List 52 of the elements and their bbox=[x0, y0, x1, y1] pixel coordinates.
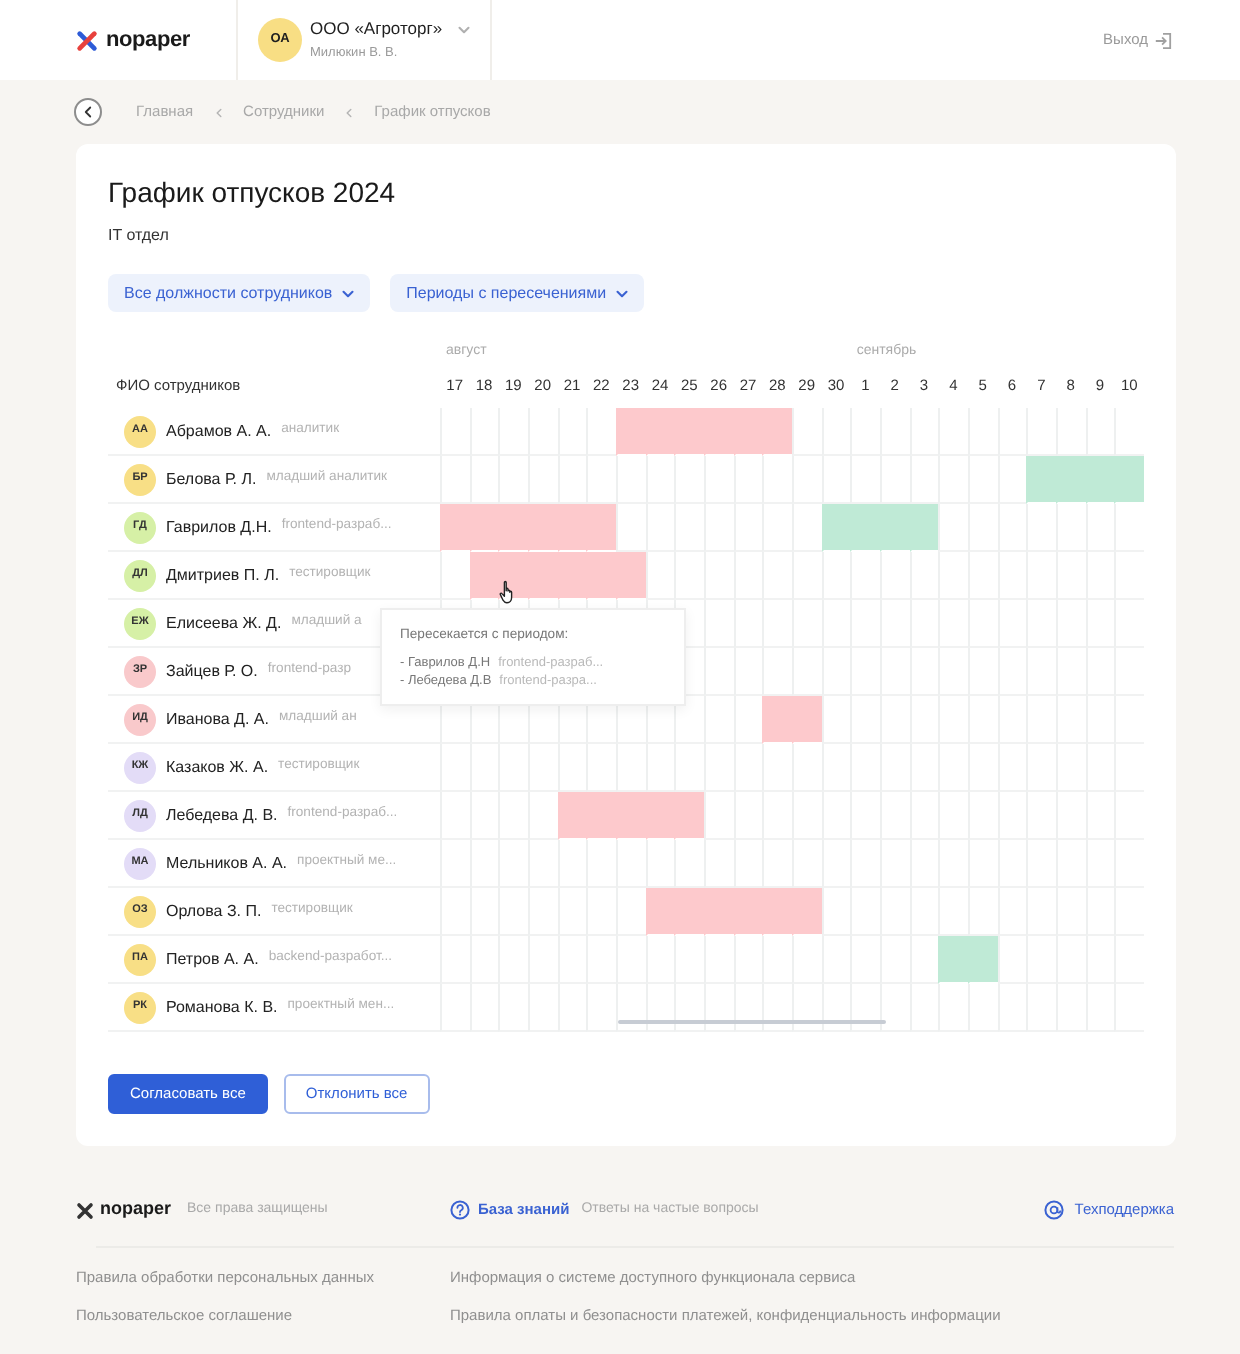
at-sign-icon bbox=[1044, 1200, 1065, 1220]
employee-name: Романова К. В. bbox=[166, 995, 278, 1019]
vacation-day-cell[interactable] bbox=[616, 408, 646, 456]
employee-name: Елисеева Ж. Д. bbox=[166, 611, 282, 635]
question-icon bbox=[450, 1200, 470, 1220]
page-title: График отпусков 2024 bbox=[108, 176, 398, 208]
vacation-day-cell[interactable] bbox=[440, 504, 470, 552]
vacation-day-cell[interactable] bbox=[909, 504, 939, 552]
chevron-left-icon bbox=[84, 106, 92, 118]
employee-name: Петров А. А. bbox=[166, 947, 259, 971]
employee-name: Лебедева Д. В. bbox=[166, 803, 278, 827]
vacation-day-cell[interactable] bbox=[557, 792, 587, 840]
chevron-down-icon bbox=[616, 289, 629, 297]
vacation-day-cell[interactable] bbox=[469, 552, 499, 600]
employee-name: Орлова З. П. bbox=[166, 899, 262, 923]
vacation-day-cell[interactable] bbox=[674, 792, 704, 840]
logo-text: nopaper bbox=[100, 1196, 172, 1223]
chevron-down-icon bbox=[342, 289, 355, 297]
filter-dropdown[interactable]: Все должности сотрудников bbox=[108, 274, 371, 312]
department-label: IT отдел bbox=[108, 226, 171, 246]
logo-text: nopaper bbox=[106, 29, 190, 51]
cross-logo-icon bbox=[76, 1201, 94, 1219]
vacation-day-cell[interactable] bbox=[938, 936, 968, 984]
filter-dropdown[interactable]: Периоды с пересечениями bbox=[390, 274, 645, 312]
vacation-day-cell[interactable] bbox=[645, 888, 675, 936]
scrollbar-thumb[interactable] bbox=[618, 1020, 886, 1024]
vacation-day-cell[interactable] bbox=[792, 888, 822, 936]
back-button[interactable] bbox=[74, 98, 102, 126]
chevron-down-icon bbox=[458, 25, 471, 34]
vacation-day-cell[interactable] bbox=[792, 696, 822, 744]
employee-name: Белова Р. Л. bbox=[166, 467, 257, 491]
vacation-day-cell[interactable] bbox=[1026, 456, 1056, 504]
chevron-left-icon bbox=[215, 107, 222, 117]
cross-logo-icon bbox=[76, 29, 98, 51]
employee-name: Зайцев Р. О. bbox=[166, 659, 258, 683]
employee-name: Гаврилов Д.Н. bbox=[166, 515, 272, 539]
vacation-day-cell[interactable] bbox=[762, 408, 792, 456]
employee-name: Казаков Ж. А. bbox=[166, 755, 269, 779]
vacation-day-cell[interactable] bbox=[586, 504, 616, 552]
vacation-day-cell[interactable] bbox=[616, 552, 646, 600]
employee-name: Дмитриев П. Л. bbox=[166, 563, 280, 587]
company-name[interactable]: ООО «Агроторг» bbox=[310, 20, 443, 40]
vacation-day-cell[interactable] bbox=[968, 936, 998, 984]
vacation-day-cell[interactable] bbox=[1114, 456, 1144, 504]
hand-cursor-icon bbox=[498, 580, 518, 604]
vacation-day-cell[interactable] bbox=[821, 504, 851, 552]
chevron-left-icon bbox=[346, 107, 353, 117]
employee-name: Абрамов А. А. bbox=[166, 419, 272, 443]
employee-name: Мельников А. А. bbox=[166, 851, 288, 875]
exit-icon bbox=[1154, 31, 1172, 49]
vacation-day-cell[interactable] bbox=[762, 696, 792, 744]
employee-name: Иванова Д. А. bbox=[166, 707, 269, 731]
